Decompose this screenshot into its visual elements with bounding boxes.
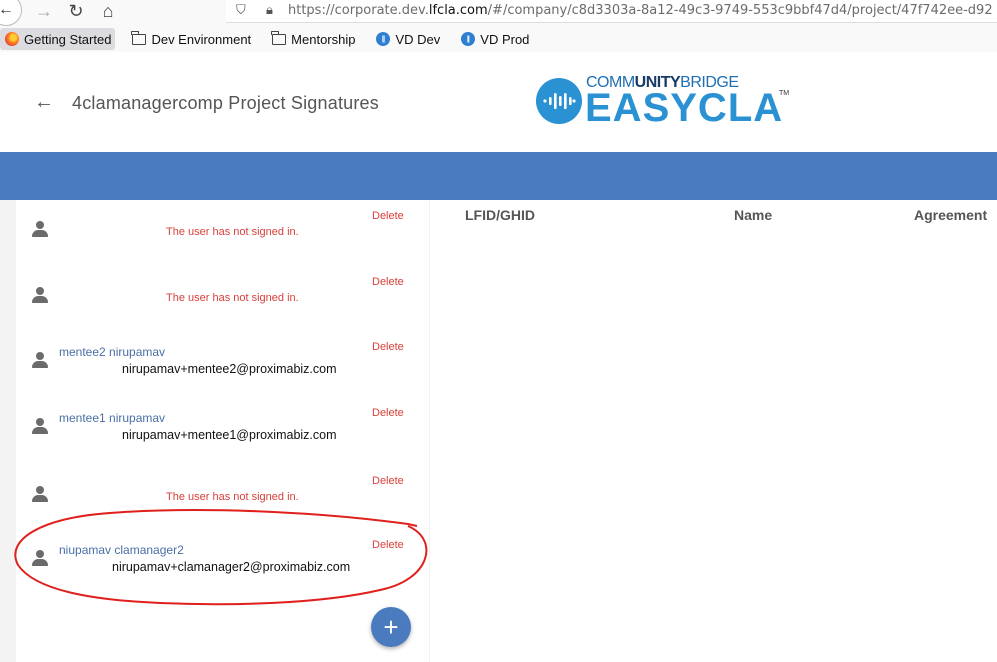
bookmark-item[interactable]: ||| VD Dev: [371, 28, 444, 50]
page-title: 4clamanagercomp Project Signatures: [72, 93, 379, 113]
person-icon: [32, 418, 48, 434]
vd-icon: |||: [375, 32, 390, 47]
logo-easycla-text: EASYCLA: [585, 86, 784, 130]
person-icon: [32, 550, 48, 566]
user-row: Delete The user has not signed in.: [16, 272, 429, 332]
user-name: mentee2 nirupamav: [59, 345, 166, 359]
user-row: Delete mentee2 nirupamav nirupamav+mentee2…: [16, 337, 429, 397]
person-icon: [32, 352, 48, 368]
folder-icon: [131, 30, 146, 47]
user-email: nirupamav+clamanager2@proximabiz.com: [112, 560, 351, 574]
vd-icon: |||: [460, 32, 475, 47]
bookmark-label: Dev Environment: [151, 31, 252, 47]
user-list-panel: Delete The user has not signed in. Delete T…: [16, 200, 429, 662]
bookmark-label: Mentorship: [291, 31, 356, 47]
user-name: mentee1 nirupamav: [59, 411, 166, 425]
user-row: Delete The user has not signed in.: [16, 471, 429, 531]
column-header-lfid[interactable]: LFID/GHID: [465, 207, 535, 223]
user-name: niupamav clamanager2: [59, 543, 184, 557]
browser-forward-button[interactable]: →: [32, 0, 56, 22]
user-email: nirupamav+mentee1@proximabiz.com: [122, 428, 337, 442]
delete-user-button[interactable]: Delete: [372, 539, 404, 551]
column-header-agreement[interactable]: Agreement: [914, 207, 987, 223]
folder-icon: [271, 30, 286, 47]
delete-user-button[interactable]: Delete: [372, 210, 404, 222]
person-icon: [32, 486, 48, 502]
not-signed-in-message: The user has not signed in.: [166, 292, 299, 304]
not-signed-in-message: The user has not signed in.: [166, 491, 299, 503]
signatures-table: LFID/GHID Name Agreement: [430, 200, 997, 662]
add-user-button[interactable]: +: [371, 607, 411, 647]
delete-user-button[interactable]: Delete: [372, 407, 404, 419]
url-text[interactable]: https://corporate.dev.lfcla.com/#/compan…: [288, 3, 993, 18]
bookmark-item[interactable]: Mentorship: [267, 28, 359, 50]
not-signed-in-message: The user has not signed in.: [166, 226, 299, 238]
logo-trademark: TM: [779, 90, 790, 97]
logo-waveform-icon: [536, 78, 582, 124]
bookmark-item[interactable]: Getting Started: [0, 28, 116, 50]
firefox-icon: [4, 32, 19, 47]
user-email: nirupamav+mentee2@proximabiz.com: [122, 362, 337, 376]
delete-user-button[interactable]: Delete: [372, 475, 404, 487]
person-icon: [32, 221, 48, 237]
reload-icon[interactable]: ↻: [64, 0, 88, 22]
column-header-name[interactable]: Name: [734, 207, 772, 223]
address-bar[interactable]: ⛉ 🔒︎ https://corporate.dev.lfcla.com/#/c…: [226, 0, 997, 23]
bookmark-item[interactable]: Dev Environment: [127, 28, 255, 50]
user-row: Delete mentee1 nirupamav nirupamav+mentee1…: [16, 403, 429, 463]
bookmark-label: VD Dev: [395, 31, 441, 47]
user-row: Delete niupamav clamanager2 nirupamav+clam…: [16, 535, 429, 595]
header-band: [0, 152, 997, 200]
bookmark-label: Getting Started: [24, 31, 112, 47]
back-arrow-icon[interactable]: ←: [34, 91, 54, 114]
browser-toolbar: ← → ↻ ⌂ ⛉ 🔒︎ https://corporate.dev.lfcla…: [0, 0, 997, 53]
bookmark-label: VD Prod: [480, 31, 530, 47]
browser-back-button[interactable]: ←: [0, 0, 22, 26]
bookmark-item[interactable]: ||| VD Prod: [456, 28, 533, 50]
app-header: ← 4clamanagercomp Project Signatures COM…: [0, 52, 997, 152]
person-icon: [32, 287, 48, 303]
lock-icon: 🔒︎: [266, 2, 273, 17]
bookmarks-bar: Getting Started Dev Environment Mentorship…: [0, 28, 545, 50]
home-icon[interactable]: ⌂: [96, 0, 120, 22]
delete-user-button[interactable]: Delete: [372, 276, 404, 288]
easycla-logo: COMMUNITYBRIDGE EASYCLA TM: [536, 74, 796, 130]
user-row: Delete The user has not signed in.: [16, 206, 429, 266]
delete-user-button[interactable]: Delete: [372, 341, 404, 353]
shield-icon[interactable]: ⛉: [236, 2, 246, 18]
